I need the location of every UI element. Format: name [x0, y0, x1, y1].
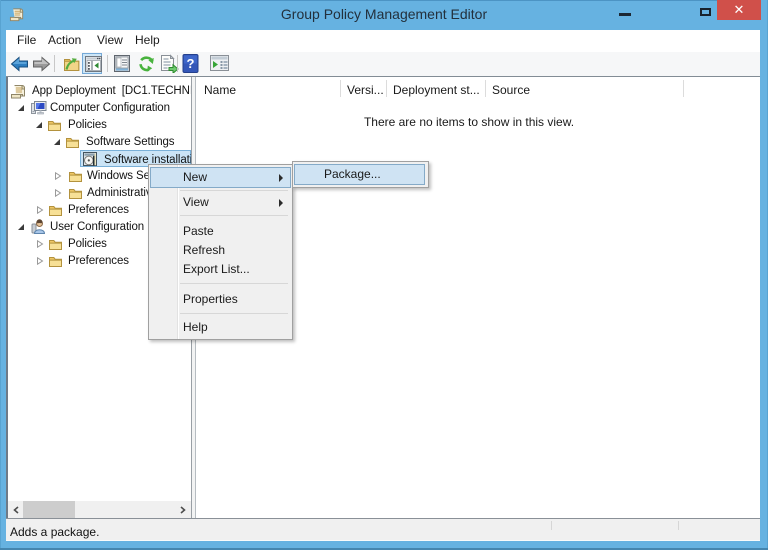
svg-text:?: ? [187, 56, 195, 71]
